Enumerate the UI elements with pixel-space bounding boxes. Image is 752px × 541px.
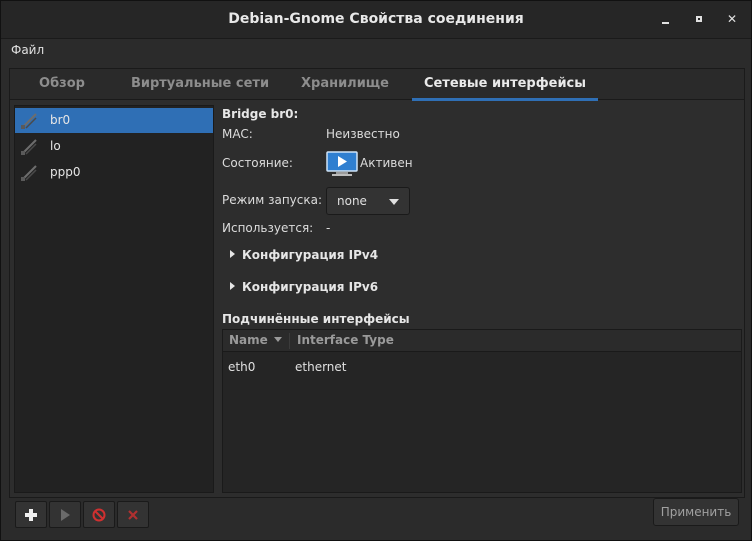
delete-x-icon [128, 510, 138, 520]
slave-interfaces-table: Name Interface Type eth0 ethernet [222, 329, 742, 493]
column-header-type[interactable]: Interface Type [297, 333, 394, 347]
network-interface-icon [21, 165, 37, 181]
table-cell: eth0 [228, 360, 256, 374]
state-label: Состояние: [222, 156, 293, 170]
tab-notebook: Обзор Виртуальные сети Хранилище Сетевые… [9, 68, 745, 498]
chevron-down-icon [389, 199, 399, 205]
start-mode-label: Режим запуска: [222, 193, 323, 207]
state-value: Активен [360, 156, 413, 170]
tab-overview[interactable]: Обзор [10, 69, 114, 100]
stop-interface-button[interactable] [83, 501, 115, 528]
tab-storage[interactable]: Хранилище [286, 69, 404, 100]
start-interface-button[interactable] [49, 501, 81, 528]
plus-icon [25, 509, 37, 521]
expander-arrow-icon [230, 250, 235, 258]
menu-bar: Файл [1, 39, 751, 63]
title-bar[interactable]: Debian-Gnome Свойства соединения ✕ [1, 1, 751, 39]
list-item[interactable]: ppp0 [15, 160, 213, 185]
connection-properties-window: Debian-Gnome Свойства соединения ✕ Файл … [0, 0, 752, 541]
interface-details: Bridge br0: MAC: Неизвестно Состояние: А… [222, 105, 742, 493]
minimize-icon [662, 22, 669, 24]
ipv6-expander-label: Конфигурация IPv6 [242, 280, 379, 294]
play-icon [61, 509, 70, 521]
start-mode-dropdown[interactable]: none [326, 187, 410, 215]
maximize-button[interactable] [691, 11, 707, 27]
close-button[interactable]: ✕ [724, 11, 740, 27]
ipv4-expander[interactable]: Конфигурация IPv4 [230, 248, 378, 262]
delete-interface-button[interactable] [117, 501, 149, 528]
menu-file[interactable]: Файл [11, 43, 44, 57]
tab-bar: Обзор Виртуальные сети Хранилище Сетевые… [10, 69, 744, 101]
sort-down-icon [273, 337, 282, 342]
column-header-name[interactable]: Name [229, 333, 282, 347]
expander-arrow-icon [230, 282, 235, 290]
network-interface-icon [21, 113, 37, 129]
interface-list: br0 lo ppp0 [14, 105, 214, 493]
stop-icon [92, 508, 106, 522]
monitor-play-icon [326, 151, 358, 176]
apply-button[interactable]: Применить [653, 498, 739, 526]
interface-name: br0 [50, 113, 71, 127]
interface-name: ppp0 [50, 165, 81, 179]
mac-label: MAC: [222, 127, 253, 141]
mac-value: Неизвестно [326, 127, 400, 141]
interface-name: lo [50, 139, 61, 153]
tab-network-interfaces[interactable]: Сетевые интерфейсы [412, 69, 598, 101]
list-item[interactable]: lo [15, 134, 213, 159]
column-divider[interactable] [289, 333, 290, 349]
used-by-label: Используется: [222, 221, 314, 235]
bridge-heading: Bridge br0: [222, 107, 299, 121]
start-mode-value: none [337, 194, 367, 208]
minimize-button[interactable] [658, 11, 674, 27]
tab-virtual-networks[interactable]: Виртуальные сети [114, 69, 286, 100]
window-title: Debian-Gnome Свойства соединения [228, 11, 524, 27]
maximize-icon [696, 16, 702, 22]
network-interface-icon [21, 139, 37, 155]
slave-interfaces-heading: Подчинённые интерфейсы [222, 312, 410, 326]
list-item[interactable]: br0 [15, 108, 213, 133]
column-header-label: Name [229, 333, 268, 347]
bottom-toolbar: Применить [1, 498, 751, 540]
used-by-value: - [326, 221, 331, 235]
ipv4-expander-label: Конфигурация IPv4 [242, 248, 379, 262]
table-cell: ethernet [295, 360, 347, 374]
ipv6-expander[interactable]: Конфигурация IPv6 [230, 280, 378, 294]
add-interface-button[interactable] [15, 501, 47, 528]
table-header: Name Interface Type [223, 330, 741, 352]
close-icon: ✕ [726, 12, 738, 26]
